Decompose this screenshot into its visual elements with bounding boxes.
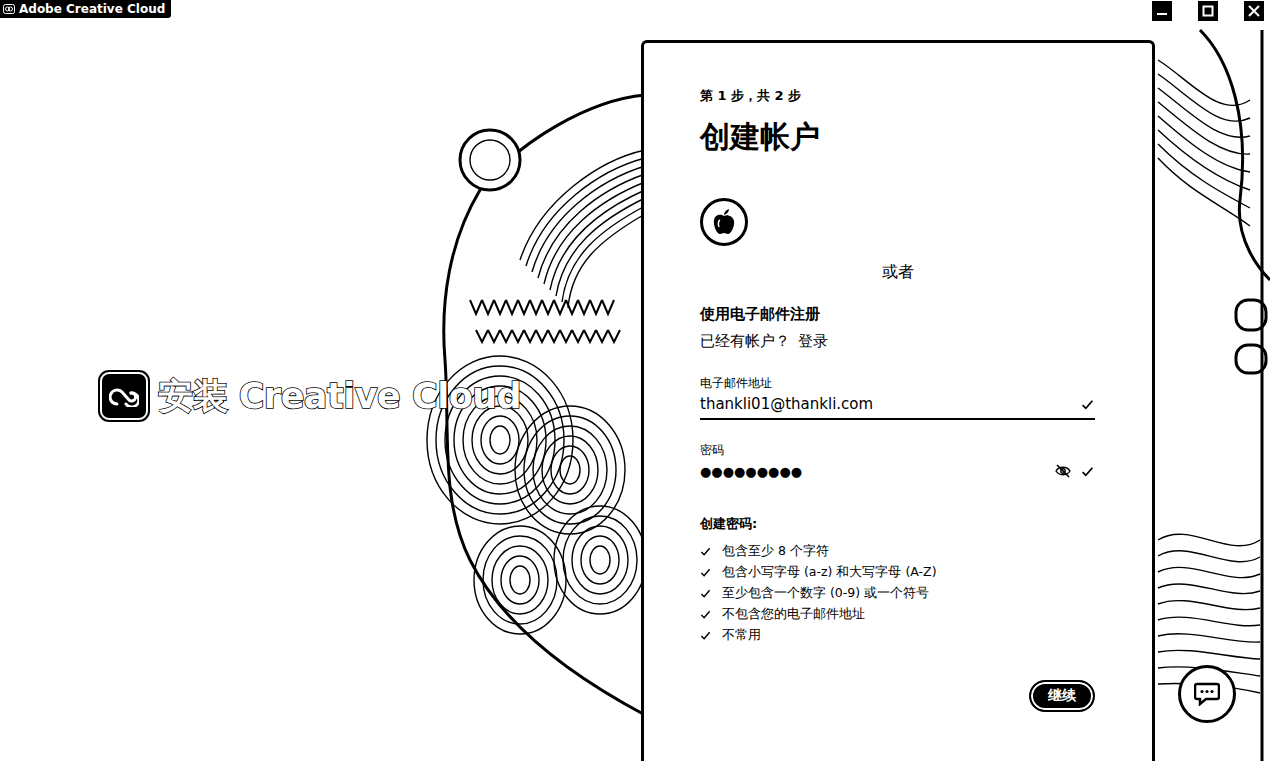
chat-icon bbox=[1194, 682, 1220, 706]
card-heading: 创建帐户 bbox=[700, 117, 1095, 158]
email-field[interactable]: thankli01@thankli.com bbox=[700, 392, 1095, 420]
step-indicator: 第 1 步，共 2 步 bbox=[700, 87, 1095, 105]
minimize-button[interactable] bbox=[1152, 1, 1172, 21]
password-value[interactable]: ●●●●●●●●● bbox=[700, 464, 1047, 479]
login-link[interactable]: 登录 bbox=[798, 332, 828, 351]
window-title: Adobe Creative Cloud bbox=[19, 2, 165, 16]
requirement-item: 包含小写字母 (a-z) 和大写字母 (A-Z) bbox=[700, 564, 1095, 581]
creative-cloud-icon bbox=[3, 4, 15, 14]
signup-card: 第 1 步，共 2 步 创建帐户 或者 使用电子邮件注册 已经有帐户？ 登录 电… bbox=[641, 40, 1155, 761]
requirement-check-icon bbox=[700, 630, 712, 642]
password-field[interactable]: ●●●●●●●●● bbox=[700, 459, 1095, 485]
maximize-icon bbox=[1202, 5, 1214, 17]
requirement-item: 至少包含一个数字 (0-9) 或一个符号 bbox=[700, 585, 1095, 602]
requirement-check-icon bbox=[700, 546, 712, 558]
requirements-list: 包含至少 8 个字符包含小写字母 (a-z) 和大写字母 (A-Z) 至少包含一个… bbox=[700, 543, 1095, 644]
valid-check-icon bbox=[1079, 396, 1095, 412]
requirement-text: 不包含您的电子邮件地址 bbox=[722, 606, 865, 623]
have-account-text: 已经有帐户？ bbox=[700, 332, 790, 351]
minimize-icon bbox=[1156, 5, 1168, 17]
requirement-text: 包含至少 8 个字符 bbox=[722, 543, 829, 560]
title-bar: Adobe Creative Cloud bbox=[0, 0, 1270, 22]
apple-icon bbox=[712, 208, 736, 236]
chat-button[interactable] bbox=[1178, 665, 1236, 723]
requirement-text: 至少包含一个数字 (0-9) 或一个符号 bbox=[722, 585, 929, 602]
creative-cloud-logo-icon bbox=[100, 372, 148, 420]
continue-button[interactable]: 继续 bbox=[1029, 680, 1095, 712]
requirement-check-icon bbox=[700, 567, 712, 579]
email-value[interactable]: thankli01@thankli.com bbox=[700, 395, 1071, 413]
email-label: 电子邮件地址 bbox=[700, 375, 1095, 392]
eye-hidden-icon[interactable] bbox=[1055, 463, 1071, 479]
requirement-text: 包含小写字母 (a-z) 和大写字母 (A-Z) bbox=[722, 564, 937, 581]
requirement-item: 不包含您的电子邮件地址 bbox=[700, 606, 1095, 623]
requirement-item: 不常用 bbox=[700, 627, 1095, 644]
close-icon bbox=[1248, 5, 1260, 17]
requirement-check-icon bbox=[700, 609, 712, 621]
requirement-item: 包含至少 8 个字符 bbox=[700, 543, 1095, 560]
maximize-button[interactable] bbox=[1198, 1, 1218, 21]
close-button[interactable] bbox=[1244, 1, 1264, 21]
or-divider: 或者 bbox=[700, 262, 1095, 283]
password-label: 密码 bbox=[700, 442, 1095, 459]
hero: 安装 Creative Cloud bbox=[100, 372, 521, 420]
requirement-check-icon bbox=[700, 588, 712, 600]
valid-check-icon bbox=[1079, 463, 1095, 479]
app-title: Adobe Creative Cloud bbox=[0, 0, 171, 18]
email-signup-title: 使用电子邮件注册 bbox=[700, 305, 1095, 324]
hero-title: 安装 Creative Cloud bbox=[158, 373, 521, 420]
apple-signin-button[interactable] bbox=[700, 198, 748, 246]
requirements-title: 创建密码: bbox=[700, 515, 1095, 533]
requirement-text: 不常用 bbox=[722, 627, 761, 644]
